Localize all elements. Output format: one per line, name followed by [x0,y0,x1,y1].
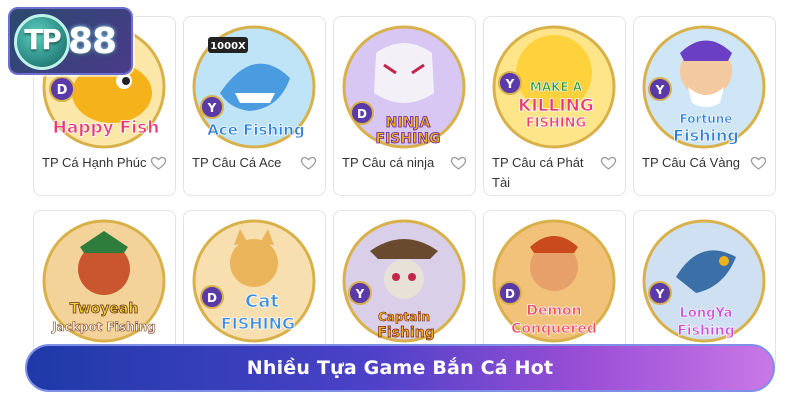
logo-prefix: TP [24,23,62,56]
game-card[interactable]: Y MAKE A KILLING FISHING TP Câu cá Phát … [483,16,626,196]
svg-text:Jackpot Fishing: Jackpot Fishing [51,320,156,334]
svg-text:Fishing: Fishing [673,126,739,145]
svg-text:1000X: 1000X [210,41,246,52]
game-name: TP Câu cá Phát Tài [492,155,584,190]
game-thumbnail[interactable]: Y Fortune Fishing [640,23,769,151]
game-name: TP Cá Hạnh Phúc [42,155,147,170]
svg-text:Fishing: Fishing [677,323,734,339]
game-name: TP Câu cá ninja [342,155,435,170]
heart-icon[interactable] [150,154,167,171]
svg-text:Y: Y [355,287,365,301]
art-title: NINJA [386,115,431,131]
svg-text:Conquered: Conquered [511,321,597,337]
heart-icon[interactable] [600,154,617,171]
svg-text:D: D [57,83,68,98]
svg-text:Cat: Cat [245,291,279,312]
svg-text:FISHING: FISHING [526,116,586,131]
svg-text:FISHING: FISHING [376,131,441,147]
svg-text:D: D [357,107,367,121]
heart-icon[interactable] [300,154,317,171]
game-card[interactable]: 1000X Y Ace Fishing TP Câu Cá Ace [183,16,326,196]
svg-text:Captain: Captain [378,310,430,324]
svg-text:Y: Y [655,287,665,301]
svg-text:Fishing: Fishing [377,325,434,341]
game-card[interactable]: D NINJA FISHING TP Câu cá ninja [333,16,476,196]
logo-number: 88 [68,21,117,62]
svg-text:Demon: Demon [526,303,581,319]
banner-text: Nhiều Tựa Game Bắn Cá Hot [246,357,554,379]
game-thumbnail[interactable]: D Demon Conquered [490,217,619,345]
game-thumbnail[interactable]: Y Captain Fishing [340,217,469,345]
svg-text:Fortune: Fortune [680,112,733,126]
game-thumbnail[interactable]: 1000X Y Ace Fishing [190,23,319,151]
svg-text:KILLING: KILLING [518,96,594,116]
game-card[interactable]: Y Fortune Fishing TP Câu Cá Vàng [633,16,776,196]
heart-icon[interactable] [750,154,767,171]
svg-text:FISHING: FISHING [221,314,295,333]
promo-banner: Nhiều Tựa Game Bắn Cá Hot [25,344,775,392]
svg-text:LongYa: LongYa [680,306,733,321]
svg-text:D: D [505,287,515,301]
game-thumbnail[interactable]: Y MAKE A KILLING FISHING [490,23,619,151]
heart-icon[interactable] [450,154,467,171]
svg-text:Y: Y [655,83,665,97]
svg-text:Y: Y [505,77,515,91]
game-thumbnail[interactable]: Y LongYa Fishing [640,217,769,345]
game-thumbnail[interactable]: Twoyeah Jackpot Fishing [40,217,169,345]
game-name: TP Câu Cá Ace [192,155,282,170]
svg-text:MAKE A: MAKE A [530,80,583,94]
game-thumbnail[interactable]: D NINJA FISHING [340,23,469,151]
brand-logo[interactable]: TP 88 [8,7,133,75]
game-name: TP Câu Cá Vàng [642,155,741,170]
art-title: Happy Fish [53,118,160,138]
svg-text:D: D [207,291,217,305]
art-title: Ace Fishing [207,121,304,139]
svg-text:Twoyeah: Twoyeah [70,301,139,317]
svg-text:Y: Y [207,101,217,115]
game-thumbnail[interactable]: D Cat FISHING [190,217,319,345]
